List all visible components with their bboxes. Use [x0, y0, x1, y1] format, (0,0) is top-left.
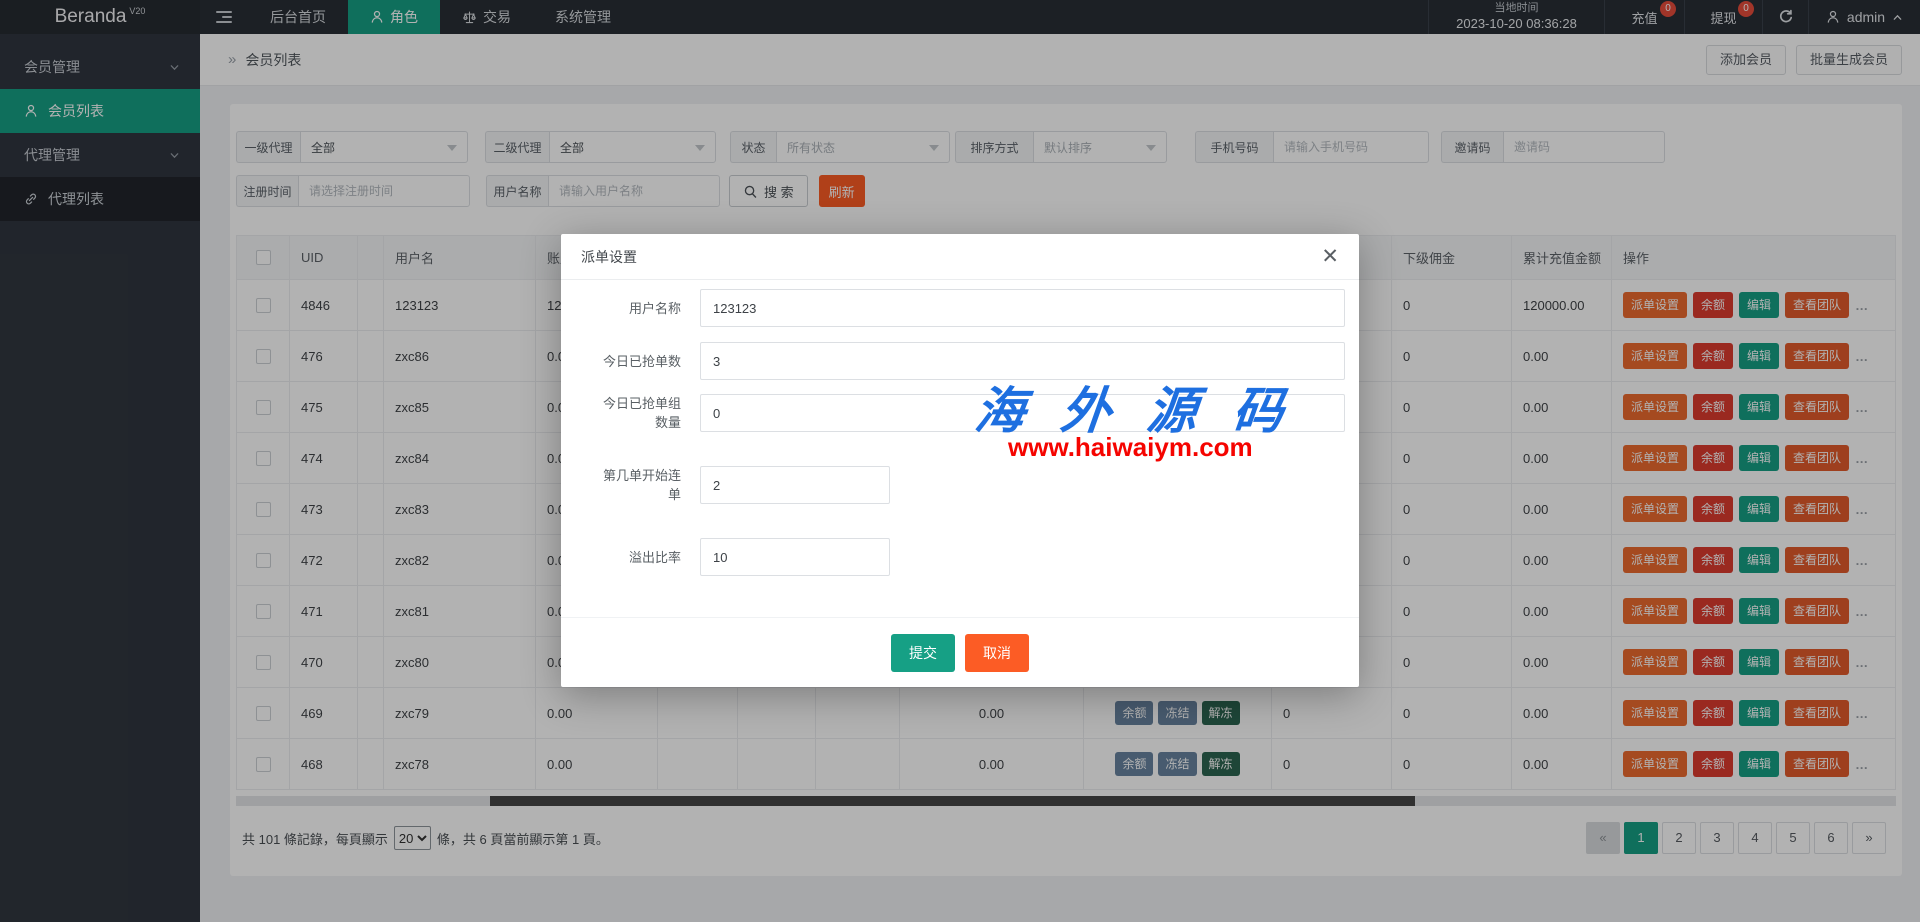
- modal-field: 溢出比率: [561, 538, 1359, 576]
- modal-input-0[interactable]: [700, 289, 1345, 327]
- modal-input-1[interactable]: [700, 342, 1345, 380]
- modal-input-3[interactable]: [700, 466, 890, 504]
- modal-input-2[interactable]: [700, 394, 1345, 432]
- modal-field-label: 今日已抢单数: [597, 352, 681, 371]
- cancel-button[interactable]: 取消: [965, 634, 1029, 672]
- modal-body: 用户名称今日已抢单数今日已抢单组数量第几单开始连单溢出比率: [561, 280, 1359, 576]
- app-window: Beranda V20 后台首页角色交易系统管理 当地时间 2023-10-20…: [0, 0, 1920, 922]
- modal-input-4[interactable]: [700, 538, 890, 576]
- modal-field-label: 第几单开始连单: [597, 466, 681, 504]
- modal-field: 今日已抢单组数量: [561, 394, 1359, 432]
- modal-field: 第几单开始连单: [561, 466, 1359, 504]
- submit-button[interactable]: 提交: [891, 634, 955, 672]
- modal-field-label: 用户名称: [597, 299, 681, 318]
- modal-title: 派单设置: [581, 247, 637, 267]
- dispatch-settings-modal: 派单设置 ✕ 用户名称今日已抢单数今日已抢单组数量第几单开始连单溢出比率 提交 …: [561, 234, 1359, 687]
- modal-field-label: 今日已抢单组数量: [597, 394, 681, 432]
- modal-field: 今日已抢单数: [561, 342, 1359, 380]
- modal-field: 用户名称: [561, 289, 1359, 327]
- modal-footer: 提交 取消: [561, 617, 1359, 687]
- modal-header: 派单设置 ✕: [561, 234, 1359, 280]
- close-icon[interactable]: ✕: [1321, 246, 1339, 267]
- modal-field-label: 溢出比率: [597, 548, 681, 567]
